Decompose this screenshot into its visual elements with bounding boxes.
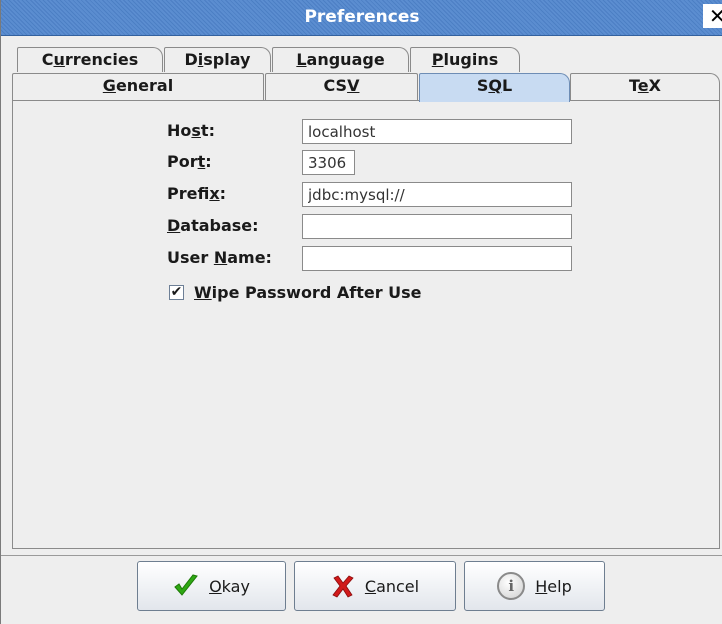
help-label: Help <box>535 577 571 596</box>
label-part: User <box>167 248 214 267</box>
label-mnemonic: O <box>209 576 222 596</box>
tab-label-part: lugins <box>443 50 499 69</box>
tab-mnemonic: P <box>431 50 444 69</box>
port-label: Port: <box>167 152 212 171</box>
tab-label-part: splay <box>203 50 251 69</box>
prefix-input[interactable] <box>302 182 572 207</box>
label-mnemonic: N <box>213 248 228 267</box>
label-part: kay <box>221 576 250 596</box>
tab-label-part: anguage <box>306 50 385 69</box>
tab-currencies[interactable]: Currencies <box>17 47 163 72</box>
cancel-button[interactable]: Cancel <box>294 561 456 611</box>
tab-label-part: CS <box>323 76 348 95</box>
cancel-label: Cancel <box>365 577 419 596</box>
tab-csv[interactable]: CSV <box>265 73 418 100</box>
x-icon <box>332 575 354 598</box>
wipe-password-checkbox[interactable]: ✔ <box>169 285 184 300</box>
tab-label-part: T <box>629 76 638 95</box>
label-mnemonic: D <box>167 216 181 235</box>
tab-label-part: X <box>648 76 661 95</box>
label-part: : <box>205 152 212 171</box>
port-input[interactable] <box>302 150 355 175</box>
host-input[interactable] <box>302 119 572 144</box>
label-part: ame: <box>227 248 272 267</box>
label-mnemonic: s <box>191 121 201 140</box>
check-icon <box>174 574 198 596</box>
tab-label-part: L <box>501 76 513 95</box>
label-mnemonic: H <box>535 576 548 596</box>
label-part: Prefi <box>167 184 210 203</box>
label-part: ipe Password After Use <box>211 283 422 302</box>
tab-tex[interactable]: TeX <box>570 73 720 100</box>
label-part: t: <box>200 121 215 140</box>
tab-general[interactable]: General <box>12 73 264 100</box>
label-mnemonic: W <box>194 283 212 302</box>
title-bar[interactable]: Preferences <box>1 0 722 36</box>
prefix-label: Prefix: <box>167 184 226 203</box>
label-part: elp <box>547 576 572 596</box>
tab-label-part: C <box>41 50 54 69</box>
host-label: Host: <box>167 121 215 140</box>
label-part: atabase: <box>180 216 259 235</box>
label-mnemonic: x <box>209 184 220 203</box>
preferences-window: Preferences ✕ Currencies Display Languag… <box>0 0 722 624</box>
database-input[interactable] <box>302 214 572 239</box>
user-name-label: User Name: <box>167 248 272 267</box>
help-button[interactable]: i Help <box>464 561 605 611</box>
tab-plugins[interactable]: Plugins <box>410 47 520 72</box>
user-name-input[interactable] <box>302 246 572 271</box>
tab-label-part: rrencies <box>64 50 139 69</box>
label-part: : <box>219 184 227 203</box>
tab-language[interactable]: Language <box>272 47 409 72</box>
button-bar-separator <box>1 555 722 556</box>
tab-sql[interactable]: SQL <box>419 73 570 102</box>
okay-label: Okay <box>209 577 250 596</box>
tab-mnemonic: G <box>102 76 116 95</box>
tab-display[interactable]: Display <box>164 47 271 72</box>
wipe-password-label[interactable]: Wipe Password After Use <box>194 283 422 302</box>
okay-button[interactable]: Okay <box>137 561 286 611</box>
label-mnemonic: C <box>364 576 377 596</box>
tab-mnemonic: u <box>53 50 65 69</box>
database-label: Database: <box>167 216 259 235</box>
label-part: ancel <box>376 576 420 596</box>
label-part: Ho <box>167 121 192 140</box>
window-title: Preferences <box>304 7 420 27</box>
tab-label-part: eneral <box>115 76 174 95</box>
tab-mnemonic: V <box>347 76 360 95</box>
tab-mnemonic: Q <box>488 76 502 95</box>
info-icon: i <box>497 572 526 600</box>
close-icon[interactable]: ✕ <box>703 4 722 28</box>
tab-mnemonic: e <box>637 76 649 95</box>
tab-label-part: D <box>184 50 198 69</box>
tab-label-part: S <box>476 76 489 95</box>
sql-settings-panel <box>12 101 720 549</box>
tab-mnemonic: L <box>296 50 307 69</box>
label-part: Por <box>167 152 198 171</box>
